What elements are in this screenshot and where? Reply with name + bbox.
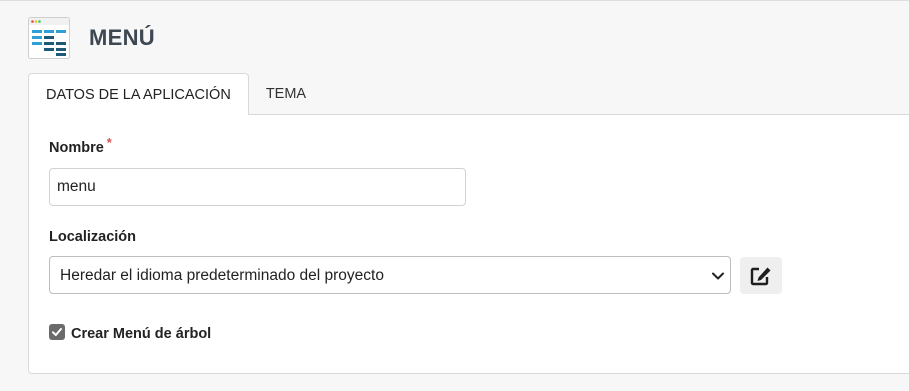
edit-localization-button[interactable] xyxy=(740,257,782,294)
tab-datos-aplicacion[interactable]: DATOS DE LA APLICACIÓN xyxy=(28,73,249,115)
localization-select[interactable]: Heredar el idioma predeterminado del pro… xyxy=(49,256,731,294)
top-divider xyxy=(0,0,909,1)
localization-selected-value: Heredar el idioma predeterminado del pro… xyxy=(60,267,384,284)
form-panel: Nombre* Localización Heredar el idioma p… xyxy=(28,114,909,374)
name-label: Nombre * xyxy=(49,135,112,156)
name-label-text: Nombre xyxy=(49,140,104,156)
page-title: MENÚ xyxy=(89,25,155,50)
tree-menu-option[interactable]: Crear Menú de árbol xyxy=(49,322,211,342)
required-marker: * xyxy=(106,135,112,150)
tree-menu-checkbox[interactable] xyxy=(49,324,65,340)
chevron-down-icon xyxy=(712,272,724,280)
page-header: MENÚ xyxy=(28,17,155,59)
name-input[interactable] xyxy=(49,168,466,206)
tree-menu-label: Crear Menú de árbol xyxy=(71,326,212,342)
edit-icon xyxy=(750,267,771,285)
checkmark-icon xyxy=(52,328,62,336)
menu-app-icon xyxy=(28,17,70,59)
tab-bar: DATOS DE LA APLICACIÓN TEMA xyxy=(28,73,323,115)
tab-tema[interactable]: TEMA xyxy=(249,73,323,114)
localization-label: Localización xyxy=(49,229,137,245)
